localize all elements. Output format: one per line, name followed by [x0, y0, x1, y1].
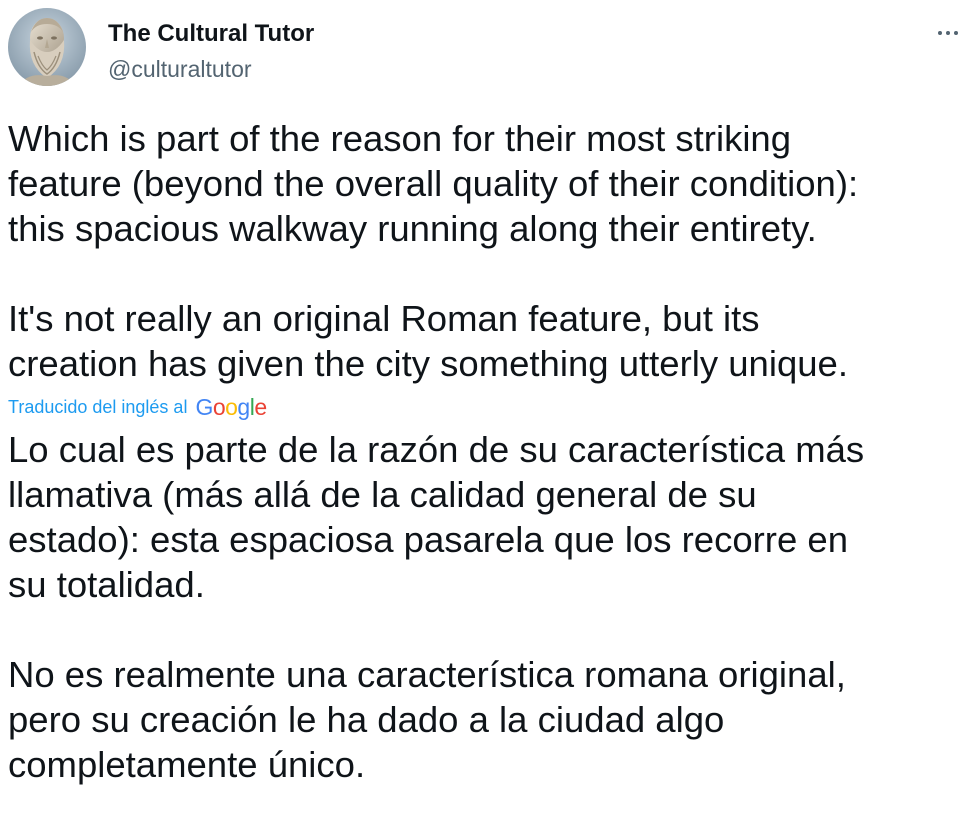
dot — [954, 31, 958, 35]
google-letter: o — [212, 393, 226, 420]
translation-attribution[interactable]: Traducido del inglés al Google — [8, 391, 970, 423]
translated-paragraph-1: Lo cual es parte de la razón de su carac… — [8, 429, 865, 605]
translated-text: Lo cual es parte de la razón de su carac… — [8, 427, 970, 787]
google-letter: G — [195, 393, 213, 420]
original-paragraph-1: Which is part of the reason for their mo… — [8, 118, 859, 249]
translated-paragraph-2: No es realmente una característica roman… — [8, 654, 846, 785]
tweet-body: Which is part of the reason for their mo… — [8, 116, 970, 787]
author-display-name[interactable]: The Cultural Tutor — [108, 20, 314, 48]
author-handle[interactable]: @culturaltutor — [108, 55, 314, 83]
more-options-icon[interactable] — [928, 18, 968, 48]
original-paragraph-2: It's not really an original Roman featur… — [8, 298, 848, 384]
dot — [938, 31, 942, 35]
bust-portrait-image — [8, 8, 86, 86]
avatar[interactable] — [8, 8, 86, 86]
tweet-header: The Cultural Tutor @culturaltutor — [8, 8, 968, 92]
google-letter: g — [237, 393, 250, 420]
author-info: The Cultural Tutor @culturaltutor — [108, 20, 314, 83]
dot — [946, 31, 950, 35]
google-letter: e — [254, 393, 267, 420]
google-letter: o — [225, 393, 238, 420]
translation-label: Traducido del inglés al — [8, 396, 188, 417]
google-logo: Google — [195, 393, 267, 421]
